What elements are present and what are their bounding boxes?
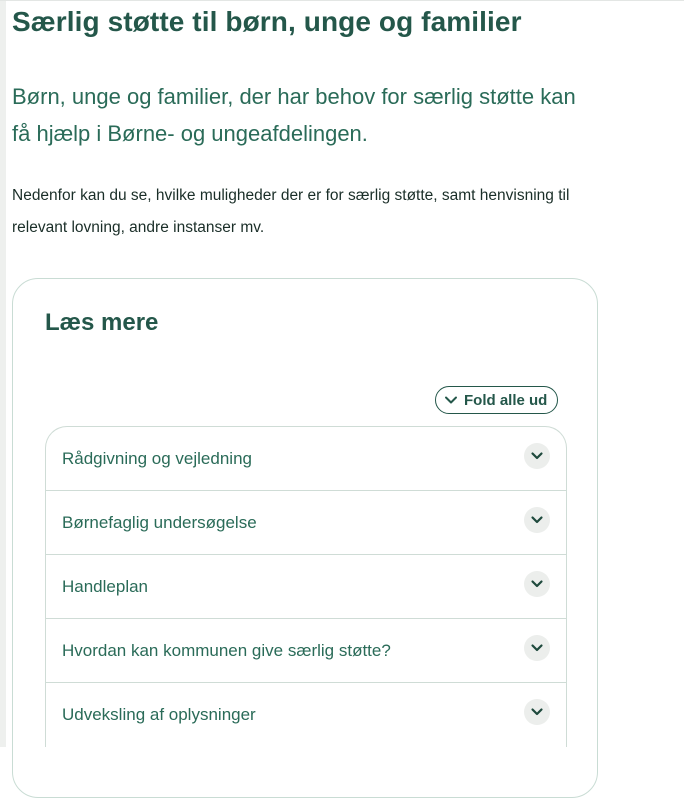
accordion-item-label: Handleplan <box>62 576 149 596</box>
accordion-item-raadgivning[interactable]: Rådgivning og vejledning <box>46 427 566 491</box>
accordion-item-label: Hvordan kan kommunen give særlig støtte? <box>62 640 391 660</box>
chevron-down-icon[interactable] <box>524 442 550 469</box>
left-edge <box>0 0 6 747</box>
card-title: Læs mere <box>45 309 159 336</box>
accordion-item-boernefaglig-undersoegelse[interactable]: Børnefaglig undersøgelse <box>46 491 566 555</box>
accordion-item-label: Udveksling af oplysninger <box>62 705 256 724</box>
accordion-item-handleplan[interactable]: Handleplan <box>46 555 566 619</box>
accordion-item-label: Børnefaglig undersøgelse <box>62 512 257 532</box>
chevron-down-icon[interactable] <box>524 570 550 597</box>
read-more-card: Læs mere Fold alle ud Rådgivning og vejl… <box>12 278 598 798</box>
top-edge <box>0 0 684 1</box>
chevron-down-icon[interactable] <box>524 634 550 661</box>
accordion-item-saerlig-stoette[interactable]: Hvordan kan kommunen give særlig støtte? <box>46 619 566 683</box>
intro-paragraph: Nedenfor kan du se, hvilke muligheder de… <box>12 187 570 236</box>
fold-all-button[interactable]: Fold alle ud <box>435 386 559 414</box>
accordion-item-label: Rådgivning og vejledning <box>62 448 252 468</box>
accordion: Rådgivning og vejledning Børnefaglig und… <box>45 426 567 747</box>
page-title: Særlig støtte til børn, unge og familier <box>12 6 522 37</box>
chevron-down-icon <box>444 393 458 407</box>
accordion-item-udveksling[interactable]: Udveksling af oplysninger <box>46 683 566 747</box>
chevron-down-icon[interactable] <box>524 506 550 533</box>
chevron-down-icon[interactable] <box>524 699 550 725</box>
lead-paragraph: Børn, unge og familier, der har behov fo… <box>12 84 576 146</box>
fold-all-label: Fold alle ud <box>464 391 548 409</box>
